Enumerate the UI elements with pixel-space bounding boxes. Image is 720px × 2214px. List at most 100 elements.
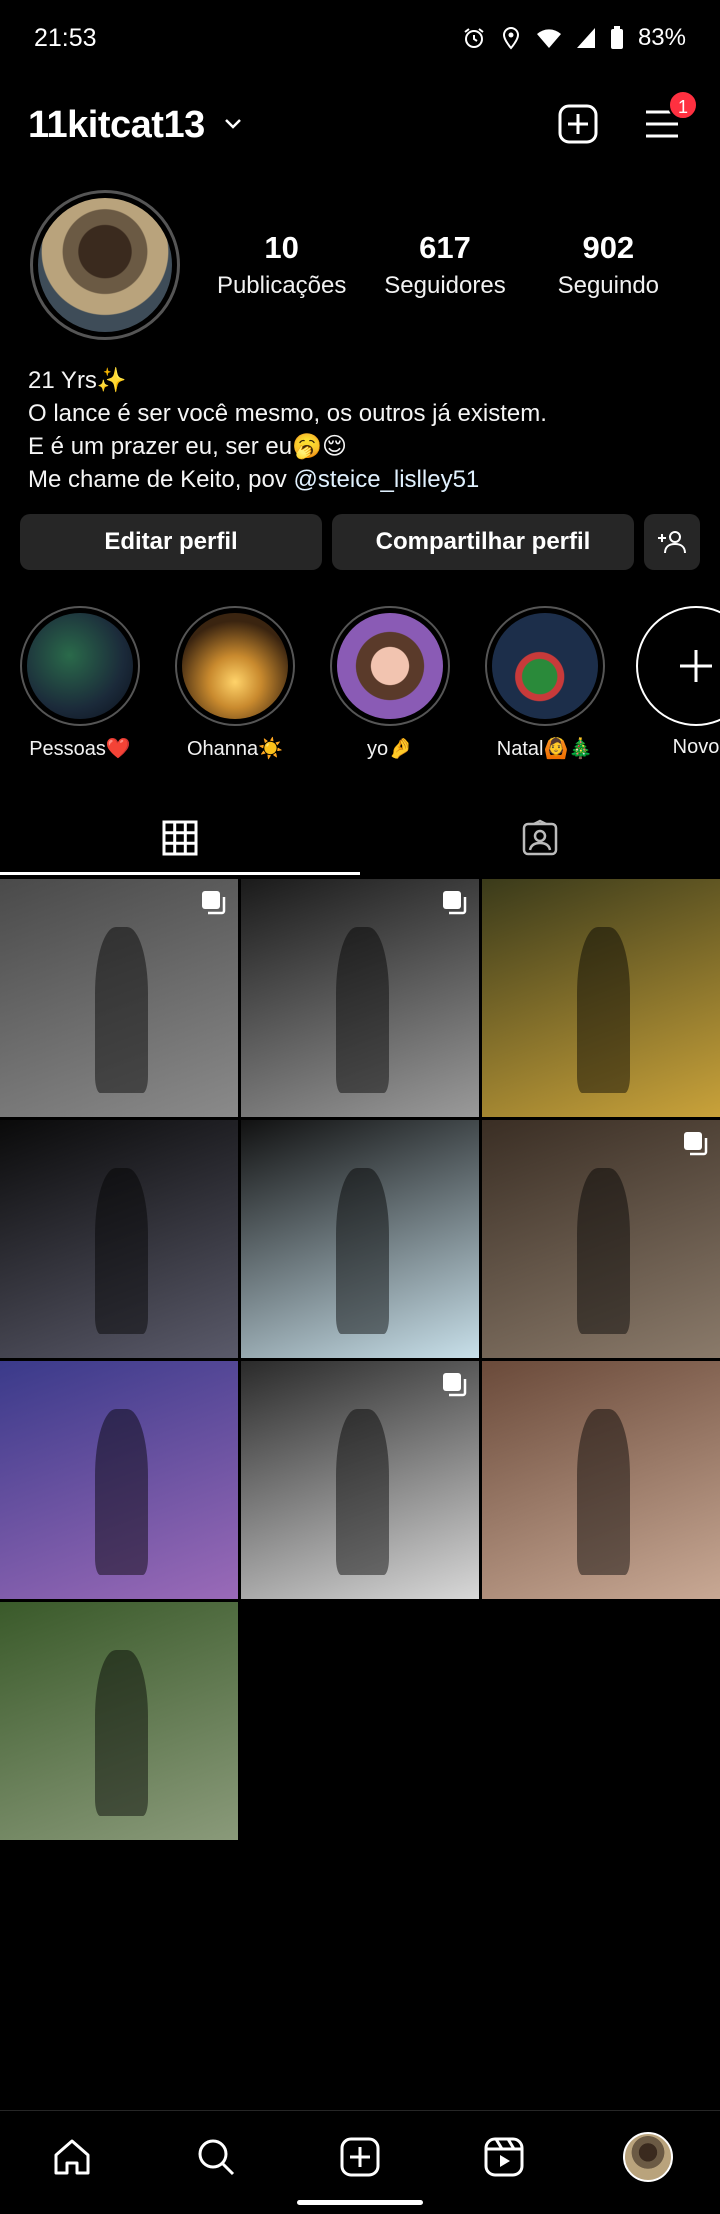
alarm-icon <box>462 26 486 50</box>
new-highlight-ring <box>636 606 720 726</box>
notification-badge: 1 <box>668 90 698 120</box>
post-thumbnail[interactable] <box>241 1120 479 1358</box>
active-tab-indicator <box>0 872 360 875</box>
highlight-item[interactable]: yo🤌 <box>328 606 452 761</box>
bio-line: E é um prazer eu, ser eu🥱😌 <box>28 433 348 460</box>
tab-tagged[interactable] <box>360 800 720 876</box>
highlight-image <box>337 613 443 719</box>
post-thumbnail[interactable] <box>0 1602 238 1840</box>
reels-icon <box>484 2137 524 2177</box>
edit-profile-button[interactable]: Editar perfil <box>20 514 322 570</box>
highlight-label: Pessoas❤️ <box>29 738 131 760</box>
highlight-label: Ohanna☀️ <box>186 738 284 760</box>
nav-create[interactable] <box>332 2129 388 2185</box>
post-figure <box>336 926 389 1094</box>
profile-avatar[interactable] <box>30 190 180 340</box>
bio-text: Me chame de Keito, pov <box>28 466 294 493</box>
post-figure <box>577 926 630 1094</box>
stat-following[interactable]: 902 Seguindo <box>527 230 690 300</box>
post-thumbnail[interactable] <box>0 1361 238 1599</box>
highlight-ring <box>330 606 450 726</box>
stat-followers-label: Seguidores <box>384 272 506 299</box>
bio-line: Me chame de Keito, pov @steice_lislley51 <box>28 463 547 496</box>
signal-icon <box>576 27 596 49</box>
status-icons: 83% <box>462 24 686 52</box>
battery-icon <box>610 26 624 50</box>
highlight-new[interactable]: Novo <box>634 606 720 759</box>
highlight-ring <box>20 606 140 726</box>
status-bar: 21:53 83% <box>0 0 720 78</box>
post-figure <box>95 1408 148 1576</box>
stat-following-count: 902 <box>582 230 635 265</box>
highlight-image <box>492 613 598 719</box>
battery-percent: 83% <box>637 24 686 51</box>
post-figure <box>577 1167 630 1335</box>
highlight-ring <box>175 606 295 726</box>
status-time: 21:53 <box>34 24 97 52</box>
search-icon <box>198 2139 235 2176</box>
carousel-icon <box>684 1132 708 1156</box>
location-icon <box>500 26 522 50</box>
highlight-label: Natal🙆🎄 <box>496 738 594 760</box>
stat-posts[interactable]: 10 Publicações <box>200 230 363 300</box>
nav-profile[interactable] <box>620 2129 676 2185</box>
stat-followers[interactable]: 617 Seguidores <box>363 230 526 300</box>
post-figure <box>95 1167 148 1335</box>
stat-following-label: Seguindo <box>557 272 660 299</box>
create-post-button[interactable] <box>556 102 604 150</box>
plus-square-icon <box>558 104 598 144</box>
carousel-icon <box>443 1373 467 1397</box>
story-highlights: Pessoas❤️ Ohanna☀️ yo🤌 Natal🙆🎄 Novo <box>0 606 720 766</box>
username[interactable]: 11kitcat13 <box>28 104 205 147</box>
post-figure <box>95 926 148 1094</box>
highlight-image <box>27 613 133 719</box>
post-thumbnail[interactable] <box>0 879 238 1117</box>
post-figure <box>336 1167 389 1335</box>
highlight-item[interactable]: Ohanna☀️ <box>173 606 297 761</box>
post-thumbnail[interactable] <box>482 879 720 1117</box>
tagged-person-icon <box>522 819 558 856</box>
post-figure <box>95 1649 148 1817</box>
highlight-label: yo🤌 <box>366 738 414 760</box>
bio-mention-link[interactable]: @steice_lislley51 <box>293 466 479 493</box>
nav-search[interactable] <box>188 2129 244 2185</box>
home-indicator <box>297 2200 423 2205</box>
home-icon <box>54 2139 90 2175</box>
post-figure <box>336 1408 389 1576</box>
post-thumbnail[interactable] <box>482 1120 720 1358</box>
profile-bio: 21 Yrs✨ O lance é ser você mesmo, os out… <box>28 364 547 496</box>
profile-stats: 10 Publicações 617 Seguidores 902 Seguin… <box>200 230 690 300</box>
carousel-icon <box>443 891 467 915</box>
post-thumbnail[interactable] <box>241 879 479 1117</box>
highlight-ring <box>485 606 605 726</box>
bio-line: O lance é ser você mesmo, os outros já e… <box>28 400 547 427</box>
plus-square-icon <box>340 2137 380 2177</box>
profile-actions: Editar perfil Compartilhar perfil <box>20 514 700 570</box>
nav-reels[interactable] <box>476 2129 532 2185</box>
profile-avatar-icon <box>623 2132 673 2182</box>
bottom-navigation <box>0 2110 720 2214</box>
post-thumbnail[interactable] <box>482 1361 720 1599</box>
profile-header: 11kitcat13 <box>0 98 720 158</box>
add-person-icon <box>658 531 686 554</box>
grid-icon <box>162 820 198 856</box>
stat-posts-count: 10 <box>264 230 299 265</box>
share-profile-button[interactable]: Compartilhar perfil <box>332 514 634 570</box>
avatar-image <box>38 198 172 332</box>
discover-people-button[interactable] <box>644 514 700 570</box>
highlight-item[interactable]: Pessoas❤️ <box>18 606 142 761</box>
highlight-image <box>182 613 288 719</box>
chevron-down-icon[interactable] <box>222 112 244 139</box>
bio-line: 21 Yrs✨ <box>28 367 127 394</box>
tab-posts-grid[interactable] <box>0 800 360 876</box>
highlight-item[interactable]: Natal🙆🎄 <box>483 606 607 761</box>
nav-home[interactable] <box>44 2129 100 2185</box>
stat-followers-count: 617 <box>419 230 471 265</box>
highlight-label: Novo <box>672 736 720 758</box>
plus-icon <box>680 650 712 682</box>
post-figure <box>577 1408 630 1576</box>
post-thumbnail[interactable] <box>0 1120 238 1358</box>
post-thumbnail[interactable] <box>241 1361 479 1599</box>
stat-posts-label: Publicações <box>216 272 347 299</box>
carousel-icon <box>202 891 226 915</box>
